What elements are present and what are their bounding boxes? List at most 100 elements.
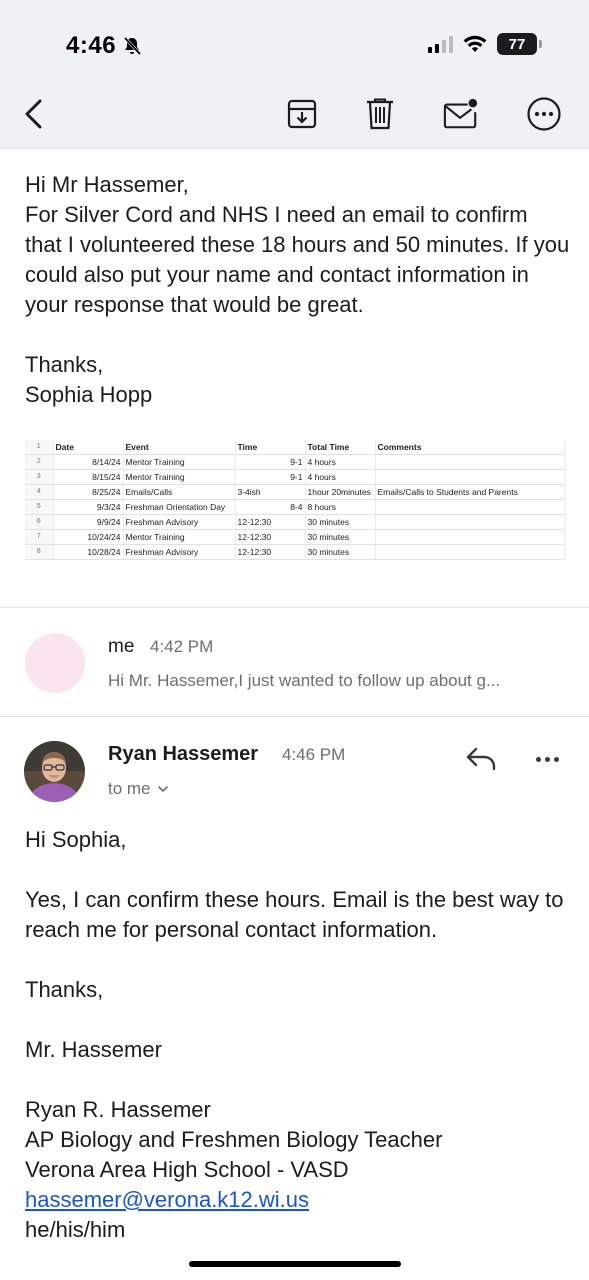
table-cell <box>375 514 565 531</box>
signature-name: Ryan R. Hassemer <box>25 1097 211 1122</box>
home-indicator[interactable] <box>189 1261 401 1267</box>
more-options-button[interactable] <box>526 96 562 132</box>
wifi-icon <box>463 35 487 52</box>
trash-icon <box>367 98 393 130</box>
recipients-label: to me <box>108 779 151 798</box>
table-cell: 4 hours <box>305 469 376 486</box>
table-cell: 9/9/24 <box>53 514 124 531</box>
signoff: Thanks, <box>25 977 104 1002</box>
table-cell: 30 minutes <box>305 514 376 531</box>
divider <box>0 607 589 608</box>
avatar[interactable] <box>24 741 85 802</box>
table-cell: 12-12:30 <box>235 529 306 546</box>
column-header: Comments <box>375 440 565 456</box>
message-time: 4:46 PM <box>282 745 346 764</box>
table-row: 2 8/14/24 Mentor Training 9-1 4 hours <box>25 454 565 471</box>
table-cell <box>375 529 565 546</box>
table-row: 3 8/15/24 Mentor Training 9-1 4 hours <box>25 469 565 486</box>
back-button[interactable] <box>16 96 52 132</box>
archive-icon <box>287 99 317 129</box>
table-row: 7 10/24/24 Mentor Training 12-12:30 30 m… <box>25 529 565 546</box>
ellipsis-circle-icon <box>527 97 561 131</box>
signature-school: Verona Area High School - VASD <box>25 1157 349 1182</box>
row-number: 5 <box>25 499 54 516</box>
body-text: Yes, I can confirm these hours. Email is… <box>25 887 564 942</box>
row-number: 1 <box>25 440 54 456</box>
table-cell: 30 minutes <box>305 544 376 561</box>
table-row: 6 9/9/24 Freshman Advisory 12-12:30 30 m… <box>25 514 565 531</box>
greeting: Hi Sophia, <box>25 827 127 852</box>
top-bar: 4:46 77 <box>0 0 589 149</box>
table-cell: 4 hours <box>305 454 376 471</box>
table-cell: Emails/Calls to Students and Parents <box>375 484 565 501</box>
email-link[interactable]: hassemer@verona.k12.wi.us <box>25 1187 309 1212</box>
table-cell: Freshman Orientation Day <box>123 499 236 516</box>
signature-title: AP Biology and Freshmen Biology Teacher <box>25 1127 443 1152</box>
table-cell: Emails/Calls <box>123 484 236 501</box>
column-header: Total Time <box>305 440 376 456</box>
sender-name: me <box>108 636 135 657</box>
table-cell: 12-12:30 <box>235 544 306 561</box>
archive-button[interactable] <box>284 96 320 132</box>
battery-icon: 77 <box>497 33 542 55</box>
table-cell: Freshman Advisory <box>123 544 236 561</box>
table-cell: Mentor Training <box>123 454 236 471</box>
table-cell: 8/14/24 <box>53 454 124 471</box>
message-snippet: Hi Mr. Hassemer,I just wanted to follow … <box>108 671 501 690</box>
table-cell: 1hour 20minutes <box>305 484 376 501</box>
table-cell: 9/3/24 <box>53 499 124 516</box>
table-row: 4 8/25/24 Emails/Calls 3-4ish 1hour 20mi… <box>25 484 565 501</box>
column-header: Time <box>235 440 306 456</box>
cellular-signal-icon <box>428 35 453 53</box>
table-cell: 10/28/24 <box>53 544 124 561</box>
table-cell: Mentor Training <box>123 529 236 546</box>
status-time: 4:46 <box>66 32 142 60</box>
row-number: 2 <box>25 454 54 471</box>
message-more-button[interactable] <box>530 747 564 771</box>
status-indicators: 77 <box>428 33 542 55</box>
reply-arrow-icon <box>466 747 496 771</box>
column-header: Event <box>123 440 236 456</box>
message-time: 4:42 PM <box>150 637 214 656</box>
table-cell: Mentor Training <box>123 469 236 486</box>
chevron-left-icon <box>25 99 42 129</box>
signoff: Thanks, <box>25 352 104 377</box>
avatar <box>25 633 85 693</box>
row-number: 4 <box>25 484 54 501</box>
spreadsheet-image[interactable]: 1 Date Event Time Total Time Comments 2 … <box>25 440 565 561</box>
table-cell: 30 minutes <box>305 529 376 546</box>
signature-short: Mr. Hassemer <box>25 1037 162 1062</box>
profile-photo-icon <box>24 741 85 802</box>
table-cell <box>375 454 565 471</box>
greeting: Hi Mr Hassemer, <box>25 172 189 197</box>
reply-button[interactable] <box>464 744 498 774</box>
trash-button[interactable] <box>362 96 398 132</box>
table-cell <box>375 469 565 486</box>
row-number: 3 <box>25 469 54 486</box>
body-text: For Silver Cord and NHS I need an email … <box>25 202 570 317</box>
table-cell: 9-1 <box>235 454 306 471</box>
table-cell: Freshman Advisory <box>123 514 236 531</box>
table-cell: 9-1 <box>235 469 306 486</box>
dot-icon <box>544 756 550 762</box>
table-cell: 3-4ish <box>235 484 306 501</box>
table-cell: 8/15/24 <box>53 469 124 486</box>
row-number: 8 <box>25 544 54 561</box>
bell-slash-icon <box>123 36 142 56</box>
table-cell: 8-4 <box>235 499 306 516</box>
row-number: 6 <box>25 514 54 531</box>
sender-name: Ryan Hassemer <box>108 743 259 765</box>
recipients-toggle[interactable]: to me <box>108 779 169 799</box>
column-header: Date <box>53 440 124 456</box>
table-header-row: 1 Date Event Time Total Time Comments <box>25 440 565 456</box>
table-row: 8 10/28/24 Freshman Advisory 12-12:30 30… <box>25 544 565 561</box>
mark-unread-button[interactable] <box>443 96 479 132</box>
chevron-down-icon <box>157 785 168 793</box>
table-cell <box>375 544 565 561</box>
reply-body: Hi Sophia, Yes, I can confirm these hour… <box>25 825 570 1245</box>
dot-icon <box>553 756 559 762</box>
divider <box>0 716 589 717</box>
table-cell: 10/24/24 <box>53 529 124 546</box>
table-cell <box>375 499 565 516</box>
signature: Sophia Hopp <box>25 382 153 407</box>
